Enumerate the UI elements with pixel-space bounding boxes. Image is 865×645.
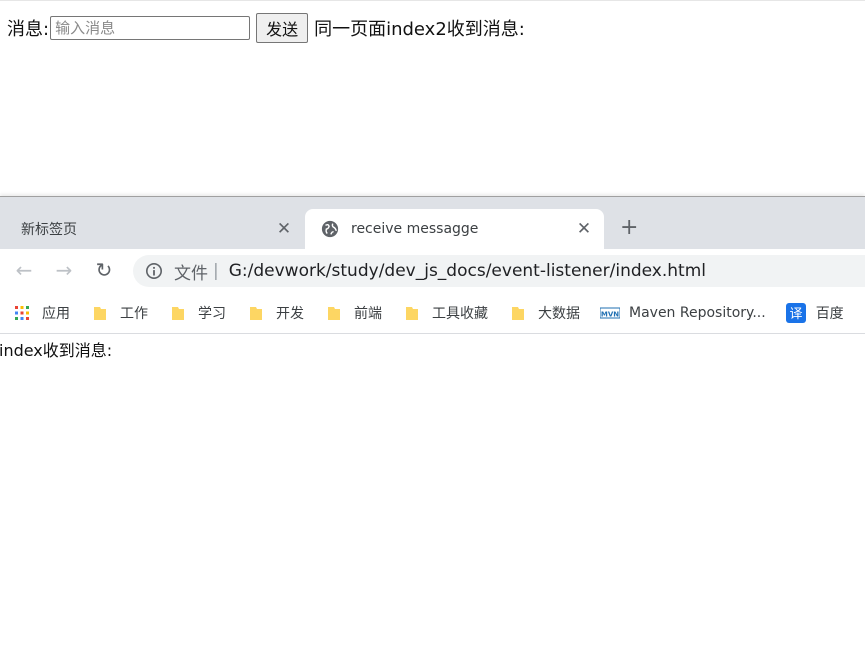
message-form: 消息: 发送 同一页面index2收到消息:: [7, 13, 525, 43]
bookmark-maven[interactable]: MVN Maven Repository...: [600, 305, 766, 321]
tab-strip: 新标签页 ✕ receive messagge ✕ +: [0, 197, 865, 249]
bookmark-label: 前端: [354, 306, 382, 322]
back-icon[interactable]: ←: [13, 258, 35, 282]
scheme-label: 文件: [174, 263, 208, 284]
translate-icon-text: 译: [789, 307, 802, 322]
tab-new-tab[interactable]: 新标签页 ✕: [8, 209, 304, 249]
bookmark-label: 学习: [198, 306, 226, 322]
new-tab-icon[interactable]: +: [620, 215, 638, 240]
tab-title: 新标签页: [21, 222, 77, 238]
reload-icon[interactable]: ↻: [93, 258, 115, 282]
close-icon[interactable]: ✕: [274, 219, 294, 239]
scheme-separator: |: [213, 261, 219, 281]
bookmark-label: 应用: [42, 306, 70, 322]
send-button[interactable]: 发送: [256, 13, 309, 43]
bookmark-folder-study[interactable]: 学习: [170, 303, 226, 323]
toolbar: ← → ↻ 文件 | G:/devwork/study/dev_js_docs/…: [0, 249, 865, 293]
page-content: index收到消息:: [0, 334, 865, 645]
bookmark-label: 开发: [276, 306, 304, 322]
bookmark-folder-work[interactable]: 工作: [92, 303, 148, 323]
maven-icon-text: MVN: [601, 311, 619, 319]
folder-icon: [328, 307, 340, 320]
info-icon[interactable]: [145, 262, 163, 280]
address-bar[interactable]: 文件 | G:/devwork/study/dev_js_docs/event-…: [133, 255, 865, 287]
bookmark-label: 工作: [120, 306, 148, 322]
bookmark-label: 百度: [815, 306, 844, 322]
forward-icon[interactable]: →: [53, 258, 75, 282]
apps-grid-icon: [15, 306, 29, 320]
maven-icon: MVN: [600, 307, 620, 319]
bookmark-label: Maven Repository...: [629, 305, 766, 321]
bookmark-label: 大数据: [538, 306, 580, 322]
translate-icon: 译: [785, 303, 806, 323]
message-label: 消息:: [7, 19, 50, 40]
bookmarks-bar: 应用 工作 学习 开发 前端 工具收藏 大数据 MVN Maven Reposi…: [0, 293, 865, 334]
bookmark-folder-frontend[interactable]: 前端: [326, 303, 382, 323]
received-message-text: index收到消息:: [0, 341, 113, 360]
tab-title: receive messagge: [351, 221, 479, 237]
folder-icon: [250, 307, 262, 320]
bookmark-baidu-translate[interactable]: 译 百度: [785, 303, 844, 323]
browser-window: 新标签页 ✕ receive messagge ✕ + ← → ↻ 文件 | G…: [0, 196, 865, 645]
bookmark-folder-dev[interactable]: 开发: [248, 303, 304, 323]
folder-icon: [406, 307, 418, 320]
globe-icon: [321, 220, 339, 238]
close-icon[interactable]: ✕: [574, 219, 594, 239]
received-message-text: 同一页面index2收到消息:: [314, 19, 525, 40]
message-input[interactable]: [50, 16, 251, 40]
top-page: 消息: 发送 同一页面index2收到消息:: [0, 0, 865, 197]
url-text[interactable]: G:/devwork/study/dev_js_docs/event-liste…: [229, 261, 706, 281]
bookmark-label: 工具收藏: [432, 306, 488, 322]
bookmark-apps[interactable]: 应用: [14, 303, 70, 323]
bookmark-folder-tools[interactable]: 工具收藏: [404, 303, 488, 323]
folder-icon: [172, 307, 184, 320]
bookmark-folder-bigdata[interactable]: 大数据: [510, 303, 580, 323]
folder-icon: [512, 307, 524, 320]
tab-receive-messagge[interactable]: receive messagge ✕: [305, 209, 604, 249]
folder-icon: [94, 307, 106, 320]
